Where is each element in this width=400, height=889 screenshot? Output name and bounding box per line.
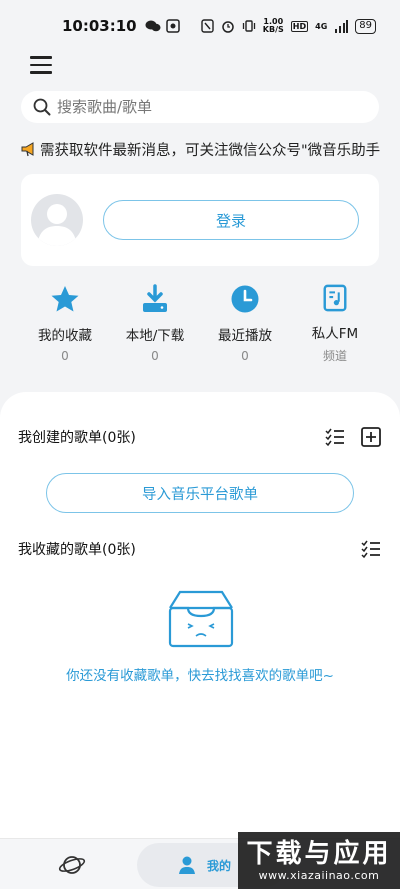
created-playlists-header: 我创建的歌单(0张) — [18, 426, 382, 448]
wechat-icon — [145, 20, 161, 32]
empty-box-icon — [168, 590, 234, 648]
created-playlists-title: 我创建的歌单(0张) — [18, 430, 136, 446]
notice-text: 需获取软件最新消息，可关注微信公众号"微音乐助手" — [40, 142, 380, 159]
star-icon — [51, 286, 79, 312]
signal-label: 4G — [315, 21, 328, 31]
status-bar: 10:03:10 1.00 KB/S HD 4G 89 — [0, 0, 400, 52]
quick-link-label: 私人FM — [311, 326, 359, 342]
download-icon — [143, 284, 167, 312]
quick-link-subtitle: 频道 — [322, 349, 347, 363]
quick-link-recent[interactable]: 最近播放 0 — [200, 284, 290, 364]
status-left-icons — [145, 19, 180, 33]
quick-link-label: 本地/下载 — [125, 328, 185, 344]
quick-link-count: 0 — [241, 349, 249, 363]
collected-playlists-title: 我收藏的歌单(0张) — [18, 542, 136, 558]
app-notification-icon — [165, 19, 180, 33]
quick-link-private-fm[interactable]: 私人FM 频道 — [290, 284, 380, 364]
manage-list-icon[interactable] — [360, 538, 382, 560]
notice-bar: 需获取软件最新消息，可关注微信公众号"微音乐助手" — [20, 138, 380, 160]
signal-icon — [335, 19, 349, 33]
avatar[interactable] — [31, 194, 83, 246]
user-icon — [179, 856, 195, 874]
login-card: 登录 — [21, 174, 379, 266]
search-bar[interactable] — [21, 91, 379, 123]
watermark-url: www.xiazaiinao.com — [258, 869, 380, 882]
quick-link-label: 最近播放 — [218, 328, 272, 344]
status-time: 10:03:10 — [62, 17, 137, 35]
add-playlist-icon[interactable] — [360, 426, 382, 448]
menu-icon[interactable] — [30, 56, 52, 76]
planet-icon[interactable] — [58, 851, 86, 879]
login-button[interactable]: 登录 — [103, 200, 359, 240]
quick-link-label: 我的收藏 — [38, 328, 92, 344]
manage-list-icon[interactable] — [324, 426, 346, 448]
clock-icon — [231, 285, 259, 313]
music-note-icon — [323, 284, 347, 312]
search-icon — [33, 98, 51, 116]
import-playlist-button[interactable]: 导入音乐平台歌单 — [46, 473, 354, 513]
megaphone-icon — [21, 142, 34, 157]
alarm-icon — [222, 21, 234, 33]
empty-playlists-message: 你还没有收藏歌单，快去找找喜欢的歌单吧~ — [66, 668, 334, 684]
search-input[interactable] — [57, 98, 347, 116]
default-avatar-icon — [37, 204, 77, 246]
battery-indicator: 89 — [355, 18, 376, 34]
quick-link-favorites[interactable]: 我的收藏 0 — [20, 284, 110, 364]
vibrate-icon — [242, 20, 255, 32]
playlist-sheet: 我创建的歌单(0张) 导入音乐平台歌单 我收藏的歌单(0张) 你还没有收藏歌单，… — [0, 392, 400, 842]
quick-links: 我的收藏 0 本地/下载 0 最近播放 0 私人FM 频道 — [20, 284, 380, 364]
watermark-title: 下载与应用 — [246, 839, 392, 869]
nfc-icon — [201, 19, 214, 33]
collected-playlists-header: 我收藏的歌单(0张) — [18, 538, 382, 560]
speed-unit: KB/S — [262, 25, 284, 34]
status-right-icons: 1.00 KB/S HD 4G 89 — [201, 18, 376, 34]
quick-link-count: 0 — [61, 349, 69, 363]
network-speed: 1.00 KB/S — [263, 18, 284, 34]
nav-tab-mine-label: 我的 — [207, 858, 232, 873]
quick-link-count: 0 — [151, 349, 159, 363]
watermark: 下载与应用 www.xiazaiinao.com — [238, 832, 400, 889]
hd-badge: HD — [290, 20, 309, 32]
quick-link-local-download[interactable]: 本地/下载 0 — [110, 284, 200, 364]
